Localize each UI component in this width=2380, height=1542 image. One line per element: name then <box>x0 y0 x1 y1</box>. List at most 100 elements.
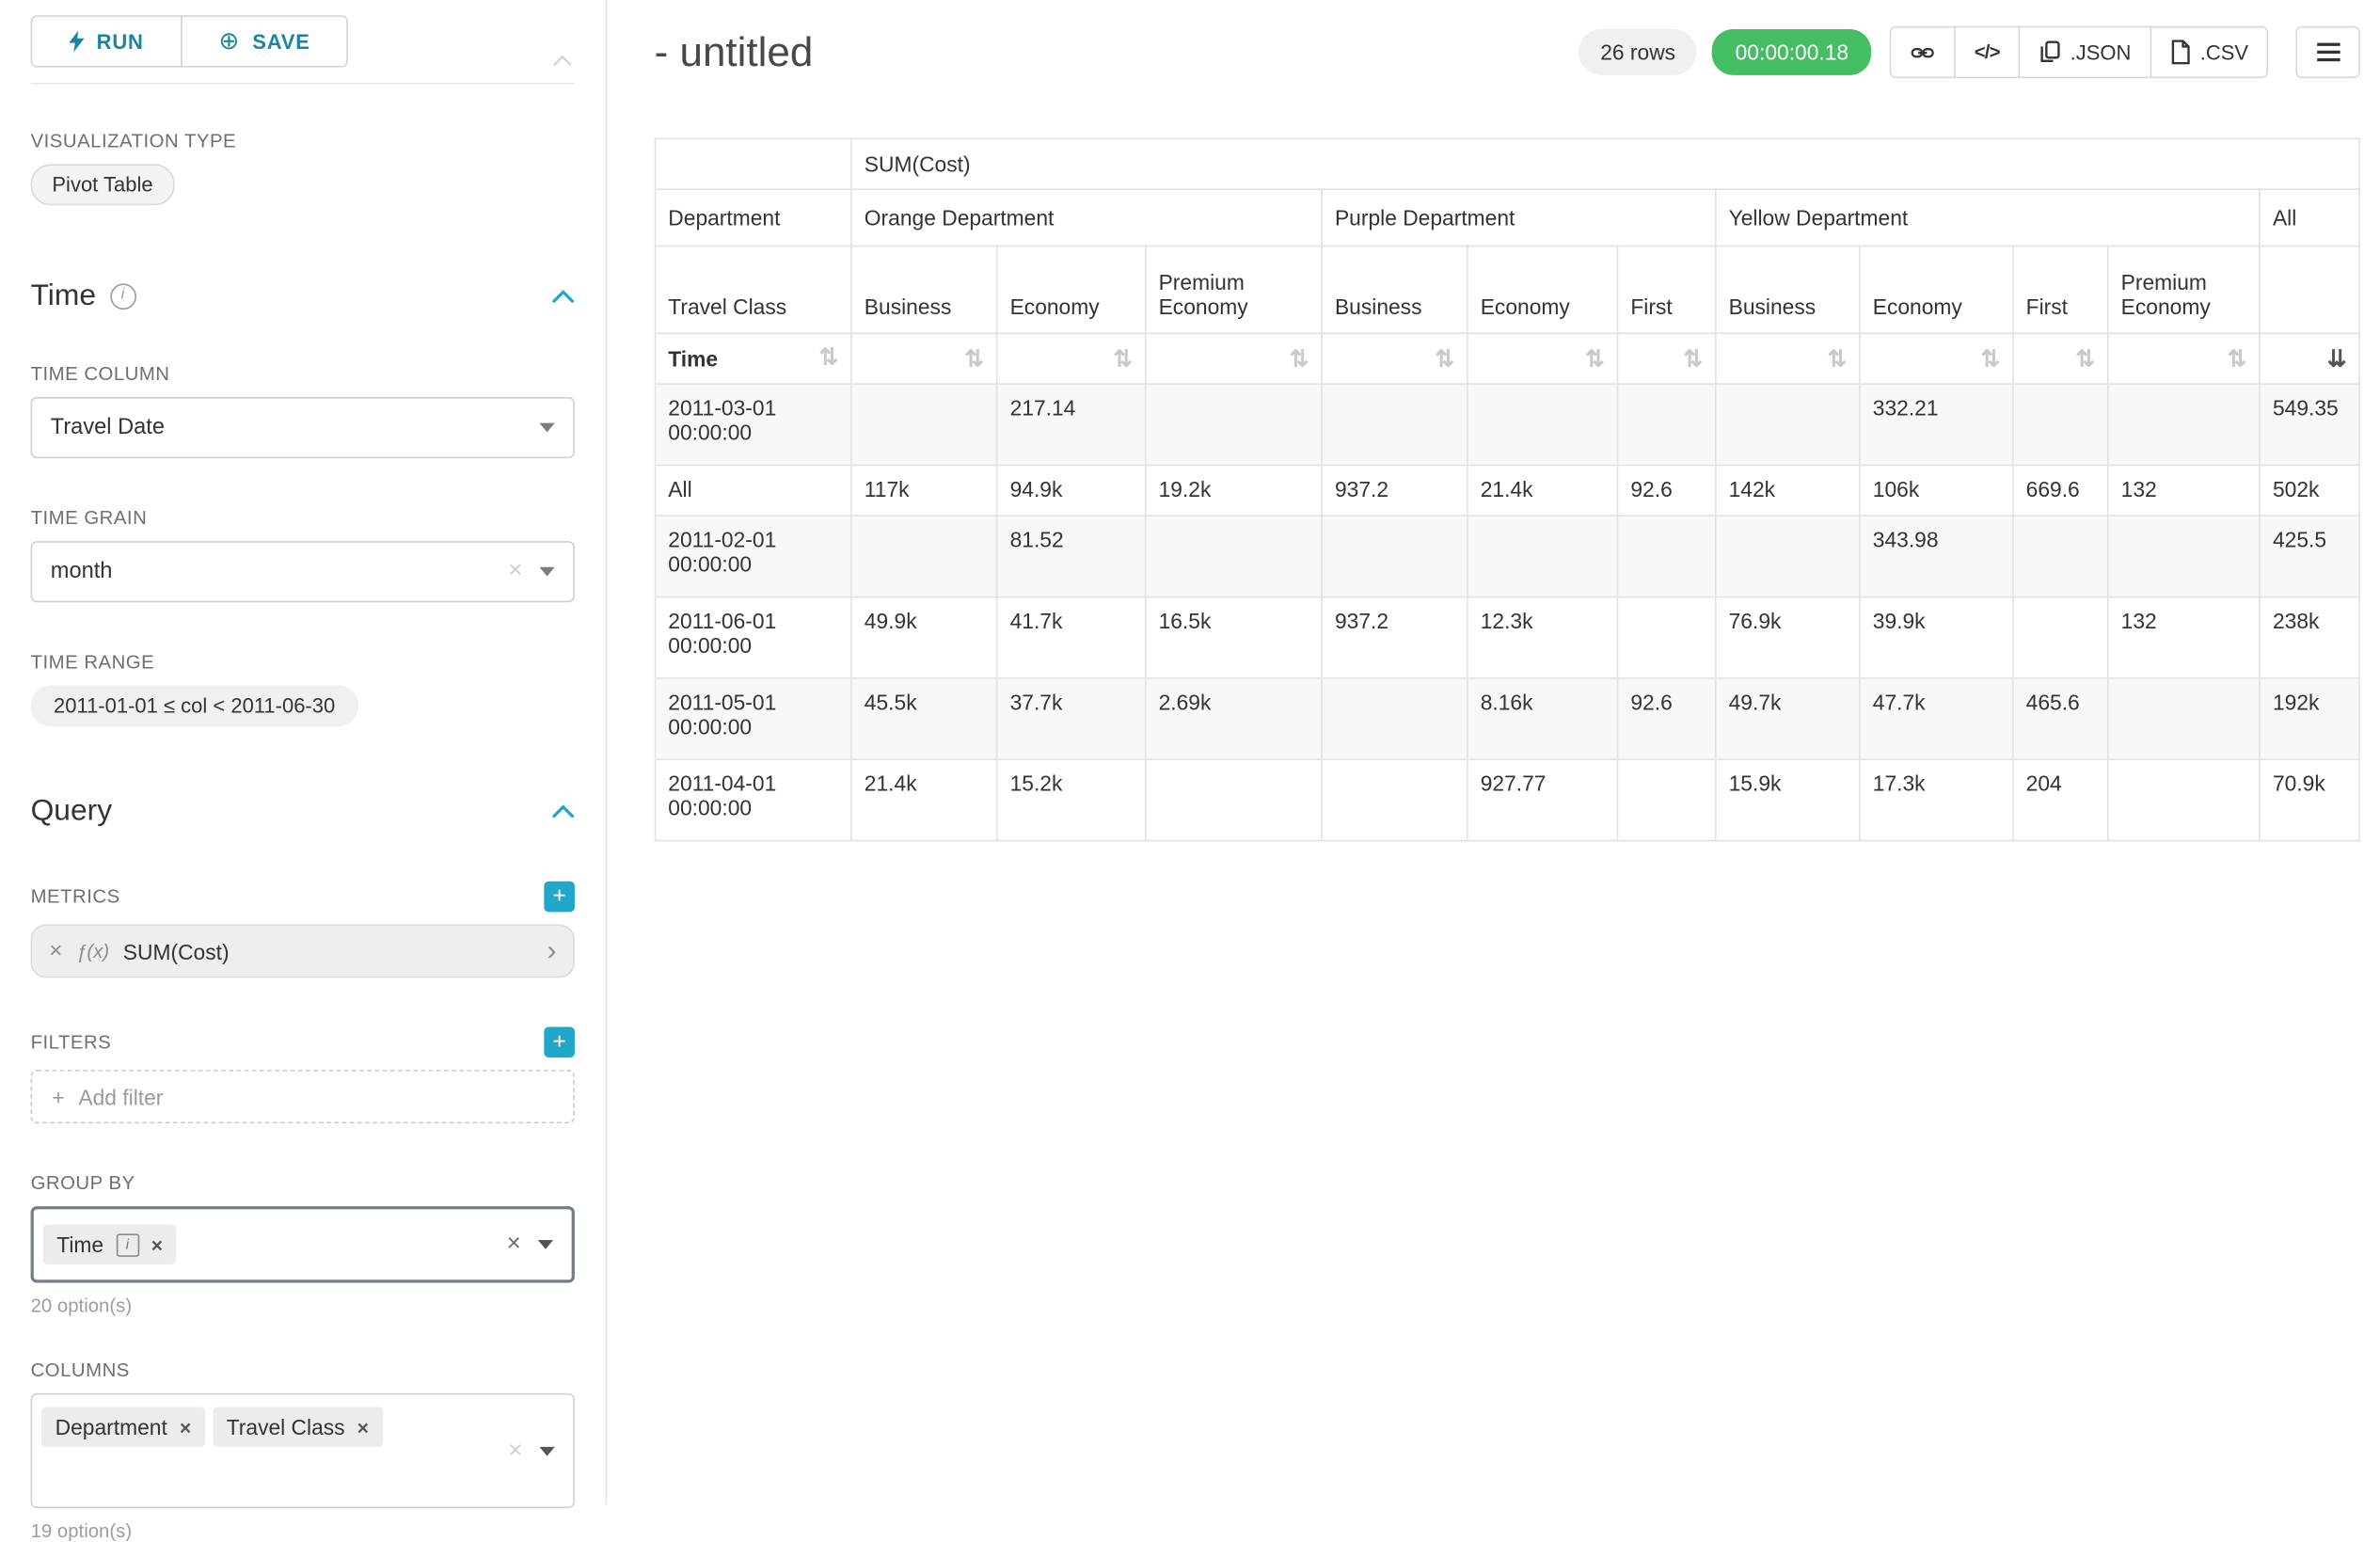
chevron-up-icon[interactable] <box>551 798 574 825</box>
travel-class-cell: Premium Economy <box>2108 246 2260 333</box>
sort-icon[interactable]: ⇅ <box>819 346 838 369</box>
column-sorter[interactable]: ⇊ <box>2260 333 2359 384</box>
metric-pill[interactable]: × ƒ(x) SUM(Cost) › <box>31 924 575 978</box>
metrics-label: METRICS <box>31 886 120 908</box>
sort-icon[interactable]: ⇅ <box>1980 347 1999 370</box>
department-group-cell: Purple Department <box>1322 189 1716 246</box>
time-axis-cell[interactable]: Time⇅ <box>655 333 851 384</box>
value-cell: 49.7k <box>1716 678 1860 759</box>
department-axis-cell: Department <box>655 189 851 246</box>
visualization-type-pill[interactable]: Pivot Table <box>31 164 175 205</box>
time-range-pill[interactable]: 2011-01-01 ≤ col < 2011-06-30 <box>31 685 358 726</box>
save-button[interactable]: ⊕ SAVE <box>181 15 349 67</box>
time-section-header[interactable]: Time i <box>31 278 575 313</box>
value-cell: 92.6 <box>1618 465 1716 516</box>
sort-icon[interactable]: ⇅ <box>1290 347 1309 370</box>
travel-class-header-row: Travel ClassBusinessEconomyPremium Econo… <box>655 246 2359 333</box>
column-sorter[interactable]: ⇅ <box>1468 333 1618 384</box>
value-cell <box>1618 759 1716 840</box>
time-grain-select[interactable]: month × <box>31 541 575 602</box>
column-sorter[interactable]: ⇅ <box>2013 333 2108 384</box>
sort-icon[interactable]: ⇅ <box>1113 347 1132 370</box>
remove-metric-icon[interactable]: × <box>49 938 62 964</box>
add-metric-button[interactable]: + <box>544 882 575 913</box>
run-button-label: RUN <box>97 30 144 53</box>
value-cell: 669.6 <box>2013 465 2108 516</box>
corner-cell <box>655 138 851 189</box>
value-cell: 15.9k <box>1716 759 1860 840</box>
sort-icon[interactable]: ⇅ <box>1436 347 1454 370</box>
view-query-button[interactable]: </> <box>1955 26 2020 78</box>
clear-all-icon[interactable]: × <box>507 1232 521 1257</box>
chevron-up-icon[interactable] <box>553 46 572 73</box>
chart-header: - untitled 26 rows 00:00:00.18 </> .JSON <box>655 19 2360 87</box>
table-row: 2011-04-01 00:00:0021.4k15.2k927.7715.9k… <box>655 759 2359 840</box>
value-cell <box>1322 516 1468 596</box>
copy-link-button[interactable] <box>1890 26 1956 78</box>
remove-pill-icon[interactable]: × <box>180 1415 191 1438</box>
column-sorter[interactable]: ⇅ <box>1322 333 1468 384</box>
value-cell <box>2108 678 2260 759</box>
info-icon[interactable]: i <box>110 283 136 310</box>
travel-class-cell: Economy <box>1860 246 2013 333</box>
info-icon[interactable]: i <box>116 1233 138 1256</box>
chevron-down-icon <box>538 1240 553 1249</box>
value-cell: 132 <box>2108 465 2260 516</box>
run-button[interactable]: RUN <box>31 15 182 67</box>
value-cell <box>1618 384 1716 465</box>
chevron-up-icon[interactable] <box>551 283 574 310</box>
sort-icon[interactable]: ⇅ <box>1683 347 1702 370</box>
sort-icon[interactable]: ⇅ <box>2228 347 2246 370</box>
value-cell <box>1322 678 1468 759</box>
column-sorter[interactable]: ⇅ <box>1716 333 1860 384</box>
column-sorter[interactable]: ⇅ <box>1146 333 1322 384</box>
query-section-header[interactable]: Query <box>31 794 575 829</box>
sort-icon[interactable]: ⇅ <box>2075 347 2094 370</box>
remove-pill-icon[interactable]: × <box>357 1415 369 1438</box>
metric-value: SUM(Cost) <box>123 939 230 963</box>
add-filter-plus-button[interactable]: + <box>544 1026 575 1057</box>
columns-options-hint: 19 option(s) <box>31 1520 575 1542</box>
sort-icon[interactable]: ⇅ <box>1828 347 1847 370</box>
value-cell: 15.2k <box>997 759 1146 840</box>
value-cell <box>1716 516 1860 596</box>
column-sorter[interactable]: ⇅ <box>1860 333 2013 384</box>
chevron-right-icon[interactable]: › <box>547 935 557 967</box>
sort-desc-icon[interactable]: ⇊ <box>2327 347 2346 370</box>
travel-class-cell: Business <box>1716 246 1860 333</box>
remove-pill-icon[interactable]: × <box>151 1233 163 1256</box>
column-sorter[interactable]: ⇅ <box>997 333 1146 384</box>
menu-button[interactable] <box>2296 26 2360 78</box>
time-column-select[interactable]: Travel Date <box>31 397 575 458</box>
download-csv-button[interactable]: .CSV <box>2150 26 2268 78</box>
time-grain-label: TIME GRAIN <box>31 507 575 529</box>
value-cell <box>1146 759 1322 840</box>
table-row: 2011-02-01 00:00:0081.52343.98425.5 <box>655 516 2359 596</box>
value-cell: 17.3k <box>1860 759 2013 840</box>
table-row: 2011-03-01 00:00:00217.14332.21549.35 <box>655 384 2359 465</box>
sort-icon[interactable]: ⇅ <box>1585 347 1604 370</box>
travel-class-cell: Economy <box>997 246 1146 333</box>
column-sorter[interactable]: ⇅ <box>851 333 997 384</box>
value-cell: 70.9k <box>2260 759 2359 840</box>
column-sorter[interactable]: ⇅ <box>2108 333 2260 384</box>
columns-pill-label: Travel Class <box>227 1415 345 1439</box>
group-by-select[interactable]: Time i × × <box>31 1206 575 1282</box>
column-sorter[interactable]: ⇅ <box>1618 333 1716 384</box>
value-cell: 12.3k <box>1468 597 1618 678</box>
control-panel: RUN ⊕ SAVE Chart Type VISUALIZATION TYPE… <box>0 0 607 1505</box>
clear-all-icon[interactable]: × <box>508 1439 522 1463</box>
value-cell: 19.2k <box>1146 465 1322 516</box>
columns-select[interactable]: Department × Travel Class × × <box>31 1393 575 1508</box>
sort-icon[interactable]: ⇅ <box>964 347 983 370</box>
group-by-pill-time[interactable]: Time i × <box>43 1225 177 1264</box>
add-filter-button[interactable]: + Add filter <box>31 1070 575 1123</box>
clear-icon[interactable]: × <box>508 560 522 584</box>
columns-pill-travel-class[interactable]: Travel Class × <box>213 1407 383 1447</box>
rows-count-badge: 26 rows <box>1579 29 1696 75</box>
value-cell: 8.16k <box>1468 678 1618 759</box>
columns-pill-department[interactable]: Department × <box>41 1407 205 1447</box>
download-json-button[interactable]: .JSON <box>2018 26 2150 78</box>
department-group-cell: All <box>2260 189 2359 246</box>
run-save-button-group: RUN ⊕ SAVE <box>31 15 349 67</box>
